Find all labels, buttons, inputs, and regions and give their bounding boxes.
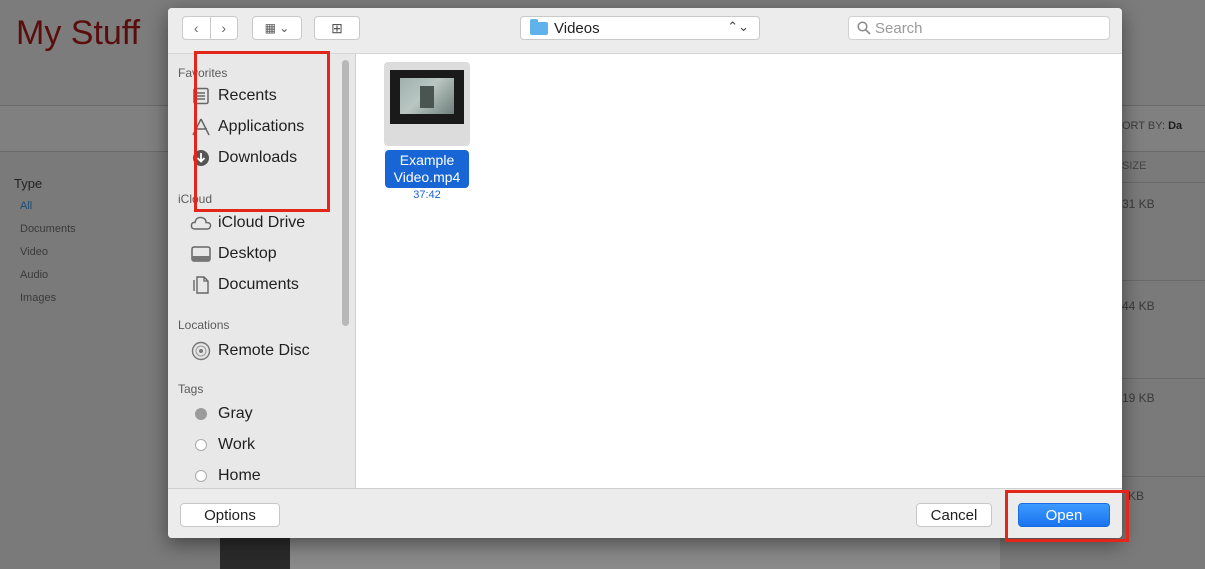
locations-heading: Locations — [178, 318, 230, 332]
row-divider — [1115, 476, 1205, 477]
desktop-icon — [190, 246, 212, 262]
file-name-line2: Video.mp4 — [393, 169, 461, 185]
background-thumbnail — [220, 538, 290, 569]
type-item-documents[interactable]: Documents — [20, 223, 76, 235]
sidebar-item-label: iCloud Drive — [218, 214, 306, 231]
file-name-line1: Example — [399, 152, 455, 168]
row-divider — [1115, 378, 1205, 379]
back-button[interactable]: ‹ — [183, 17, 211, 39]
sidebar-item-label: Home — [218, 467, 261, 484]
type-item-video[interactable]: Video — [20, 246, 48, 258]
sidebar-item-label: Documents — [218, 276, 299, 293]
file-size: 44 KB — [1122, 299, 1155, 313]
sidebar-item-tag-gray[interactable]: Gray — [190, 405, 253, 423]
file-size: 31 KB — [1122, 197, 1155, 211]
type-item-audio[interactable]: Audio — [20, 269, 48, 281]
row-divider — [1115, 280, 1205, 281]
sidebar-item-tag-work[interactable]: Work — [190, 436, 255, 454]
file-name: Example Video.mp4 — [385, 150, 469, 188]
file-size: 19 KB — [1122, 391, 1155, 405]
type-heading: Type — [14, 176, 43, 191]
new-folder-button[interactable]: ⊞ — [314, 16, 360, 40]
file-size: KB — [1128, 489, 1145, 503]
sidebar-scrollbar[interactable] — [342, 60, 349, 326]
tag-gray-icon — [190, 408, 212, 420]
app-title: My Stuff — [16, 14, 141, 52]
disc-icon — [190, 341, 212, 361]
file-item-example-video[interactable]: Example Video.mp4 37:42 — [379, 62, 475, 201]
folder-icon — [530, 18, 548, 35]
file-thumbnail — [384, 62, 470, 146]
location-select[interactable]: Videos ⌃⌄ — [520, 16, 760, 40]
sidebar-item-remote-disc[interactable]: Remote Disc — [190, 341, 310, 361]
file-browser-content: Example Video.mp4 37:42 — [357, 54, 1122, 488]
sort-value: Da — [1168, 120, 1183, 132]
cloud-icon — [190, 215, 212, 231]
sidebar-item-documents[interactable]: Documents — [190, 276, 299, 294]
tags-heading: Tags — [178, 382, 204, 396]
sidebar-item-desktop[interactable]: Desktop — [190, 245, 277, 263]
file-highlight-annotation — [194, 51, 330, 212]
sort-label: ORT BY: — [1122, 120, 1166, 132]
sidebar-item-label: Gray — [218, 405, 253, 422]
cancel-button[interactable]: Cancel — [916, 503, 992, 527]
sidebar-item-label: Remote Disc — [218, 342, 310, 359]
search-icon — [857, 21, 871, 35]
chevron-updown-icon: ⌃⌄ — [727, 19, 749, 34]
sidebar-item-label: Desktop — [218, 245, 277, 262]
open-button-highlight-annotation — [1005, 490, 1129, 542]
search-input[interactable] — [875, 19, 1095, 37]
sort-by[interactable]: ORT BY: Da — [1122, 120, 1182, 132]
search-box[interactable] — [848, 16, 1110, 40]
options-button[interactable]: Options — [180, 503, 280, 527]
tag-home-icon — [190, 470, 212, 482]
row-divider — [1115, 182, 1205, 183]
sidebar-item-label: Work — [218, 436, 256, 453]
dialog-bottom-bar: Options Cancel Open — [168, 488, 1122, 538]
file-duration: 37:42 — [413, 189, 441, 201]
nav-buttons: ‹ › — [182, 16, 238, 40]
video-thumbnail-icon — [390, 70, 464, 124]
sidebar-item-tag-home[interactable]: Home — [190, 467, 261, 485]
tag-work-icon — [190, 439, 212, 451]
background-content — [290, 538, 1000, 569]
dialog-toolbar: ‹ › ▦ ⌄ ⊞ Videos ⌃⌄ — [168, 8, 1122, 54]
size-column-header: SIZE — [1122, 160, 1147, 172]
location-label: Videos — [554, 19, 600, 37]
view-options-button[interactable]: ▦ ⌄ — [252, 16, 302, 40]
sidebar-item-icloud-drive[interactable]: iCloud Drive — [190, 214, 305, 232]
type-item-all[interactable]: All — [20, 200, 32, 212]
documents-icon — [190, 276, 212, 294]
type-item-images[interactable]: Images — [20, 292, 56, 304]
forward-button[interactable]: › — [211, 17, 238, 39]
